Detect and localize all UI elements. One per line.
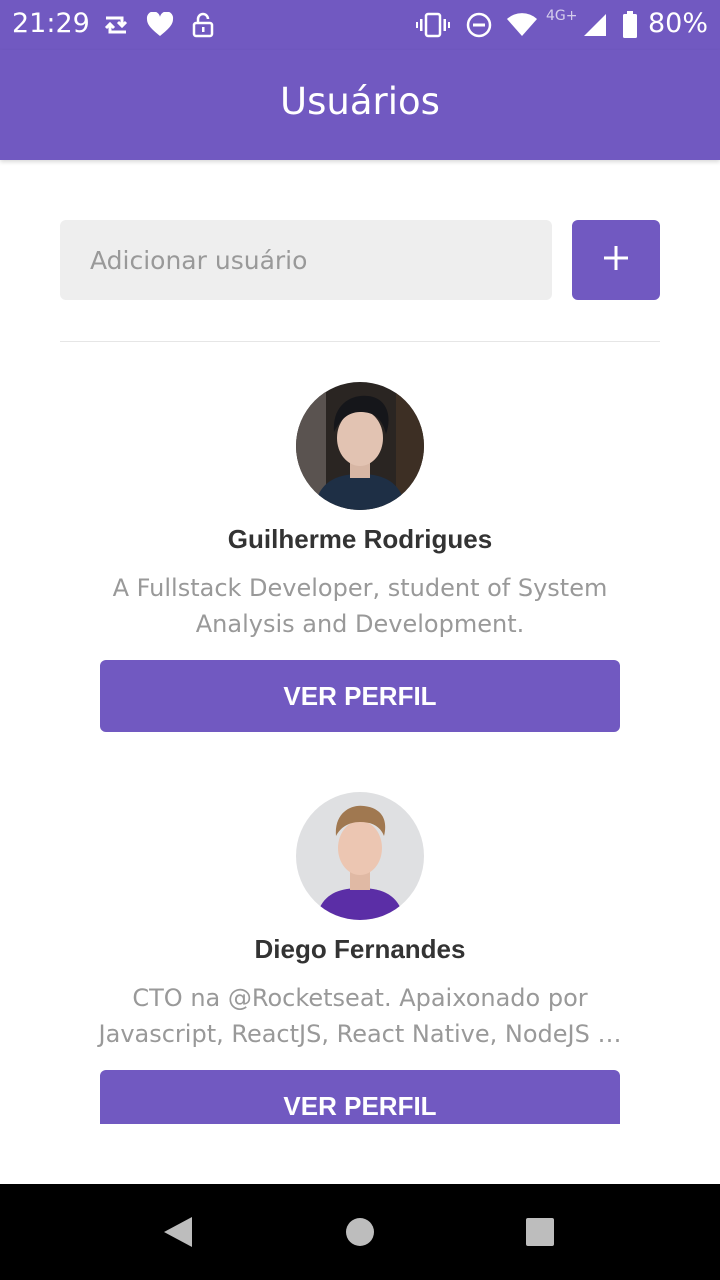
- page-title: Usuários: [280, 79, 440, 123]
- user-bio: CTO na @Rocketseat. Apaixonado por Javas…: [98, 984, 622, 1048]
- heart-icon: [146, 10, 174, 40]
- recents-icon[interactable]: [522, 1214, 558, 1250]
- wifi-icon: [506, 10, 538, 40]
- do-not-disturb-icon: [466, 10, 492, 40]
- navigation-bar: [0, 1184, 720, 1280]
- status-bar: 21:29 4G+ 80%: [0, 0, 720, 50]
- add-user-input[interactable]: Adicionar usuário: [60, 220, 552, 300]
- signal-icon: [582, 10, 608, 40]
- battery-icon: [622, 10, 638, 40]
- avatar: [296, 382, 424, 510]
- add-user-form: Adicionar usuário: [60, 220, 660, 300]
- battery-percent: 80%: [647, 8, 708, 39]
- view-profile-button[interactable]: VER PERFIL: [100, 1070, 620, 1124]
- retweet-icon: [100, 10, 132, 40]
- back-icon[interactable]: [160, 1214, 196, 1250]
- add-user-button[interactable]: [572, 220, 660, 300]
- list-item: Guilherme Rodrigues A Fullstack Develope…: [0, 342, 720, 752]
- status-time: 21:29: [12, 8, 90, 39]
- network-type: 4G+: [546, 8, 578, 24]
- vibrate-icon: [416, 10, 450, 40]
- list-item: Diego Fernandes CTO na @Rocketseat. Apai…: [0, 752, 720, 1124]
- user-bio: A Fullstack Developer, student of System…: [112, 574, 608, 638]
- plus-icon: [603, 245, 629, 276]
- user-list[interactable]: Guilherme Rodrigues A Fullstack Develope…: [0, 342, 720, 1124]
- user-name: Guilherme Rodrigues: [227, 524, 493, 554]
- unlock-icon: [192, 10, 214, 40]
- view-profile-button[interactable]: VER PERFIL: [100, 660, 620, 732]
- avatar: [296, 792, 424, 920]
- user-name: Diego Fernandes: [254, 934, 466, 964]
- home-icon[interactable]: [342, 1214, 378, 1250]
- app-bar: Usuários: [0, 50, 720, 160]
